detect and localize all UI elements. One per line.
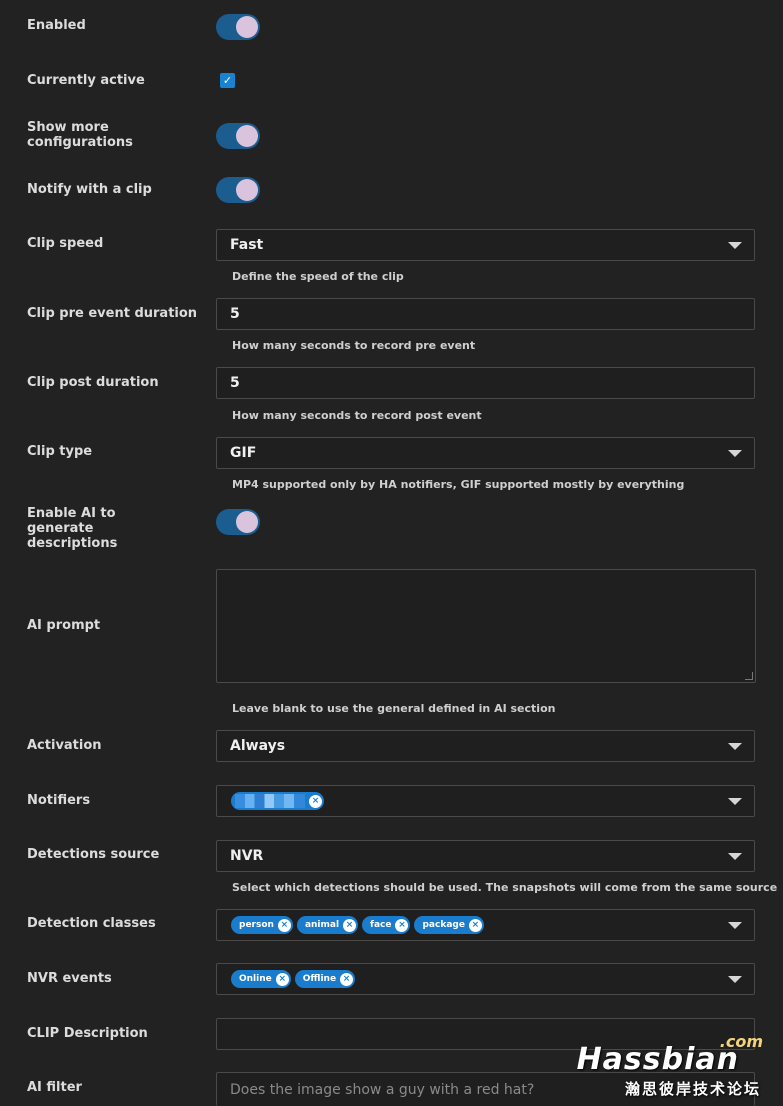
- clip-speed-helper: Define the speed of the clip: [232, 270, 404, 283]
- chip-label: Online: [239, 974, 272, 984]
- clip-type-select[interactable]: GIF: [216, 437, 755, 469]
- currently-active-checkbox[interactable]: ✓: [220, 73, 235, 88]
- notify-clip-label: Notify with a clip: [27, 182, 152, 197]
- chevron-down-icon: [728, 798, 742, 805]
- clip-post-input[interactable]: 5: [216, 367, 755, 399]
- watermark-logo: .com Hassbian 瀚思彼岸技术论坛: [577, 1032, 763, 1098]
- clip-pre-value: 5: [230, 306, 240, 322]
- enabled-toggle[interactable]: [216, 14, 260, 40]
- chevron-down-icon: [728, 743, 742, 750]
- clip-pre-label: Clip pre event duration: [27, 306, 198, 321]
- clip-speed-label: Clip speed: [27, 236, 104, 251]
- notify-clip-toggle[interactable]: [216, 177, 260, 203]
- chevron-down-icon: [728, 976, 742, 983]
- clip-post-helper: How many seconds to record post event: [232, 409, 482, 422]
- close-icon[interactable]: ×: [395, 918, 409, 932]
- chevron-down-icon: [728, 450, 742, 457]
- chip-label: face: [370, 920, 392, 930]
- chip-online: Online ×: [231, 970, 291, 988]
- chip-label: person: [239, 920, 274, 930]
- clip-pre-helper: How many seconds to record pre event: [232, 339, 476, 352]
- ai-prompt-helper: Leave blank to use the general defined i…: [232, 702, 556, 715]
- chevron-down-icon: [728, 853, 742, 860]
- show-more-toggle[interactable]: [216, 123, 260, 149]
- toggle-knob: [236, 16, 258, 38]
- chip-animal: animal ×: [296, 916, 359, 934]
- close-icon[interactable]: ×: [277, 918, 291, 932]
- clip-pre-input[interactable]: 5: [216, 298, 755, 330]
- activation-value: Always: [230, 738, 286, 754]
- chip-package: package ×: [414, 916, 484, 934]
- chip-person: person ×: [231, 916, 293, 934]
- notifiers-select[interactable]: ×: [216, 785, 755, 817]
- resize-grip-icon[interactable]: [745, 672, 753, 680]
- detections-source-value: NVR: [230, 848, 264, 864]
- detections-source-helper: Select which detections should be used. …: [232, 881, 778, 894]
- enable-ai-label: Enable AI to generate descriptions: [27, 506, 118, 551]
- chip-label: package: [422, 920, 465, 930]
- clip-post-label: Clip post duration: [27, 375, 159, 390]
- detection-classes-select[interactable]: person × animal × face × package ×: [216, 909, 755, 941]
- detections-source-label: Detections source: [27, 847, 160, 862]
- close-icon[interactable]: ×: [468, 918, 482, 932]
- nvr-events-label: NVR events: [27, 971, 112, 986]
- clip-speed-value: Fast: [230, 237, 264, 253]
- close-icon[interactable]: ×: [343, 918, 357, 932]
- ai-prompt-textarea[interactable]: [216, 569, 756, 683]
- clip-post-value: 5: [230, 375, 240, 391]
- enable-ai-toggle[interactable]: [216, 509, 260, 535]
- notifiers-label: Notifiers: [27, 793, 91, 808]
- watermark-cn: 瀚思彼岸技术论坛: [624, 1080, 761, 1098]
- clip-type-helper: MP4 supported only by HA notifiers, GIF …: [232, 478, 685, 491]
- nvr-events-select[interactable]: Online × Offline ×: [216, 963, 755, 995]
- ai-filter-label: AI filter: [27, 1080, 82, 1095]
- close-icon[interactable]: ×: [309, 794, 322, 808]
- currently-active-label: Currently active: [27, 73, 145, 88]
- ai-prompt-label: AI prompt: [27, 618, 101, 633]
- chevron-down-icon: [728, 922, 742, 929]
- toggle-knob: [236, 511, 258, 533]
- clip-type-label: Clip type: [27, 444, 93, 459]
- redacted-name: [235, 794, 305, 808]
- chip-face: face ×: [362, 916, 411, 934]
- close-icon[interactable]: ×: [340, 972, 354, 986]
- detections-source-select[interactable]: NVR: [216, 840, 755, 872]
- notifier-chip: ×: [231, 792, 324, 810]
- chip-label: Offline: [302, 974, 337, 984]
- chip-label: animal: [304, 920, 340, 930]
- clip-type-value: GIF: [230, 445, 257, 461]
- chevron-down-icon: [728, 242, 742, 249]
- enabled-label: Enabled: [27, 18, 86, 33]
- clip-speed-select[interactable]: Fast: [216, 229, 755, 261]
- toggle-knob: [236, 125, 258, 147]
- activation-select[interactable]: Always: [216, 730, 755, 762]
- chip-offline: Offline ×: [294, 970, 356, 988]
- detection-classes-label: Detection classes: [27, 916, 156, 931]
- clip-description-label: CLIP Description: [27, 1026, 148, 1041]
- show-more-label: Show more configurations: [27, 120, 133, 150]
- activation-label: Activation: [27, 738, 102, 753]
- watermark-main: Hassbian: [576, 1042, 739, 1077]
- close-icon[interactable]: ×: [275, 972, 289, 986]
- toggle-knob: [236, 179, 258, 201]
